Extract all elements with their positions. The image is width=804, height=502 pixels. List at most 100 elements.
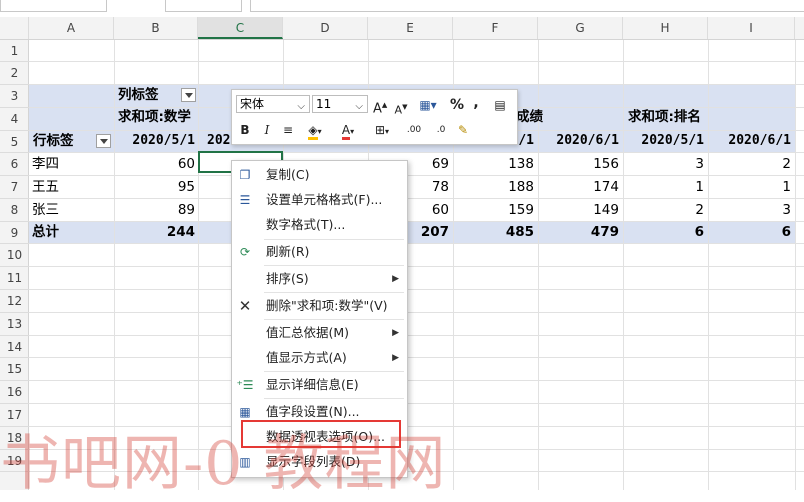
row-header[interactable]: 10 [0, 244, 29, 267]
cell-value[interactable]: 3 [623, 153, 704, 175]
column-header-e[interactable]: E [368, 17, 453, 39]
row-header[interactable]: 11 [0, 267, 29, 290]
increase-decimal-button[interactable]: .00 [402, 121, 426, 139]
menu-item-summarize-by[interactable]: 值汇总依据(M) ▶ [232, 321, 407, 345]
date-header-g: 2020/6/1 [556, 133, 619, 148]
chevron-right-icon: ▶ [392, 353, 399, 363]
row-header[interactable]: 16 [0, 381, 29, 404]
row-header[interactable]: 2 [0, 62, 29, 85]
grow-font-button[interactable]: A▲ [373, 96, 387, 116]
menu-item-remove-field[interactable]: ✕ 删除"求和项:数学"(V) [232, 294, 407, 318]
format-painter-button[interactable]: ✎ [454, 121, 472, 139]
row-name[interactable]: 王五 [32, 176, 59, 198]
brush-icon: ✎ [457, 123, 469, 137]
shrink-font-button[interactable]: A▼ [394, 98, 408, 117]
percent-style-button[interactable]: % [449, 96, 465, 114]
col-label-filter-dropdown[interactable] [181, 88, 196, 102]
row-header[interactable]: 12 [0, 290, 29, 313]
formula-controls[interactable] [165, 0, 242, 12]
cell-value[interactable]: 89 [114, 199, 195, 221]
row-header[interactable]: 6 [0, 153, 29, 176]
menu-item-show-values-as[interactable]: 值显示方式(A) ▶ [232, 346, 407, 370]
comma-style-button[interactable]: , [471, 94, 481, 112]
column-header-f[interactable]: F [453, 17, 538, 39]
align-center-button[interactable]: ≡ [280, 121, 296, 139]
refresh-icon: ⟳ [239, 245, 251, 259]
total-value[interactable]: 6 [623, 221, 704, 243]
row-header[interactable]: 3 [0, 85, 29, 108]
cell-value[interactable]: 174 [538, 176, 619, 198]
delete-x-icon: ✕ [238, 297, 252, 315]
row-header[interactable]: 8 [0, 199, 29, 222]
font-name-select[interactable]: 宋体 ⌵ [236, 95, 310, 113]
row-name[interactable]: 张三 [32, 199, 59, 221]
decrease-decimal-icon: .0 [436, 125, 446, 135]
menu-item-copy[interactable]: ❐ 复制(C) [232, 163, 407, 187]
cell-value[interactable]: 188 [453, 176, 534, 198]
formula-bar-area [0, 0, 804, 14]
font-color-icon: A [341, 123, 351, 140]
name-box[interactable] [0, 0, 107, 12]
format-painter-table-button[interactable]: ▤ [491, 96, 509, 114]
cell-value[interactable]: 1 [708, 176, 791, 198]
row-header[interactable]: 7 [0, 176, 29, 199]
menu-item-label: 值汇总依据(M) [266, 325, 350, 340]
date-header-h: 2020/5/1 [641, 133, 704, 148]
cell-value[interactable]: 3 [708, 199, 791, 221]
total-value[interactable]: 244 [114, 221, 195, 243]
row-label-filter-dropdown[interactable] [96, 134, 111, 148]
cell-value[interactable]: 159 [453, 199, 534, 221]
mini-toolbar: 宋体 ⌵ 11 ⌵ A▲ A▼ ▦▾ % , ▤ B I ≡ ◈▾ A▾ ⊞▾ … [231, 89, 518, 145]
cell-value[interactable]: 2 [708, 153, 791, 175]
formula-input[interactable] [250, 0, 804, 12]
select-all-corner[interactable] [0, 17, 29, 39]
chevron-down-icon: ⌵ [297, 101, 305, 112]
chevron-down-icon: ⌵ [355, 101, 363, 112]
row-header[interactable]: 5 [0, 131, 29, 153]
column-header-i[interactable]: I [708, 17, 795, 39]
menu-item-show-details[interactable]: ⁺☰ 显示详细信息(E) [232, 373, 407, 397]
fill-color-button[interactable]: ◈▾ [302, 121, 328, 140]
row-name[interactable]: 李四 [32, 153, 59, 175]
column-header-d[interactable]: D [283, 17, 368, 39]
cell-value[interactable]: 138 [453, 153, 534, 175]
italic-button[interactable]: I [260, 121, 274, 139]
total-label: 总计 [32, 224, 59, 240]
total-value[interactable]: 485 [453, 221, 534, 243]
row-header[interactable]: 9 [0, 222, 29, 244]
cell-value[interactable]: 95 [114, 176, 195, 198]
borders-button[interactable]: ⊞▾ [370, 121, 394, 139]
row-header[interactable]: 13 [0, 313, 29, 336]
column-header-b[interactable]: B [114, 17, 198, 39]
cell-value[interactable]: 2 [623, 199, 704, 221]
column-header-c[interactable]: C [198, 17, 283, 39]
cell-value[interactable]: 60 [114, 153, 195, 175]
menu-item-label: 复制(C) [266, 167, 310, 182]
menu-item-format-cells[interactable]: ☰ 设置单元格格式(F)... [232, 188, 407, 212]
menu-item-number-format[interactable]: 数字格式(T)... [232, 213, 407, 237]
row-label-title: 行标签 [33, 133, 74, 149]
accounting-format-button[interactable]: ▦▾ [415, 96, 441, 114]
font-color-button[interactable]: A▾ [336, 121, 360, 140]
menu-item-sort[interactable]: 排序(S) ▶ [232, 267, 407, 291]
column-header-a[interactable]: A [29, 17, 114, 39]
date-header-i: 2020/6/1 [728, 133, 791, 148]
decrease-decimal-button[interactable]: .0 [430, 121, 452, 139]
row-header[interactable]: 14 [0, 336, 29, 358]
row-header[interactable]: 1 [0, 40, 29, 62]
total-value[interactable]: 479 [538, 221, 619, 243]
row-header[interactable]: 15 [0, 358, 29, 381]
menu-item-label: 显示详细信息(E) [266, 377, 359, 392]
font-size-value: 11 [316, 97, 332, 111]
bold-button[interactable]: B [238, 121, 252, 139]
cell-value[interactable]: 1 [623, 176, 704, 198]
cell-value[interactable]: 156 [538, 153, 619, 175]
menu-item-refresh[interactable]: ⟳ 刷新(R) [232, 240, 407, 264]
cell-value[interactable]: 149 [538, 199, 619, 221]
row-header[interactable]: 4 [0, 108, 29, 131]
column-header-g[interactable]: G [538, 17, 623, 39]
column-header-h[interactable]: H [623, 17, 708, 39]
font-size-select[interactable]: 11 ⌵ [312, 95, 368, 113]
total-value[interactable]: 6 [708, 221, 791, 243]
col-label-title: 列标签 [118, 87, 159, 103]
